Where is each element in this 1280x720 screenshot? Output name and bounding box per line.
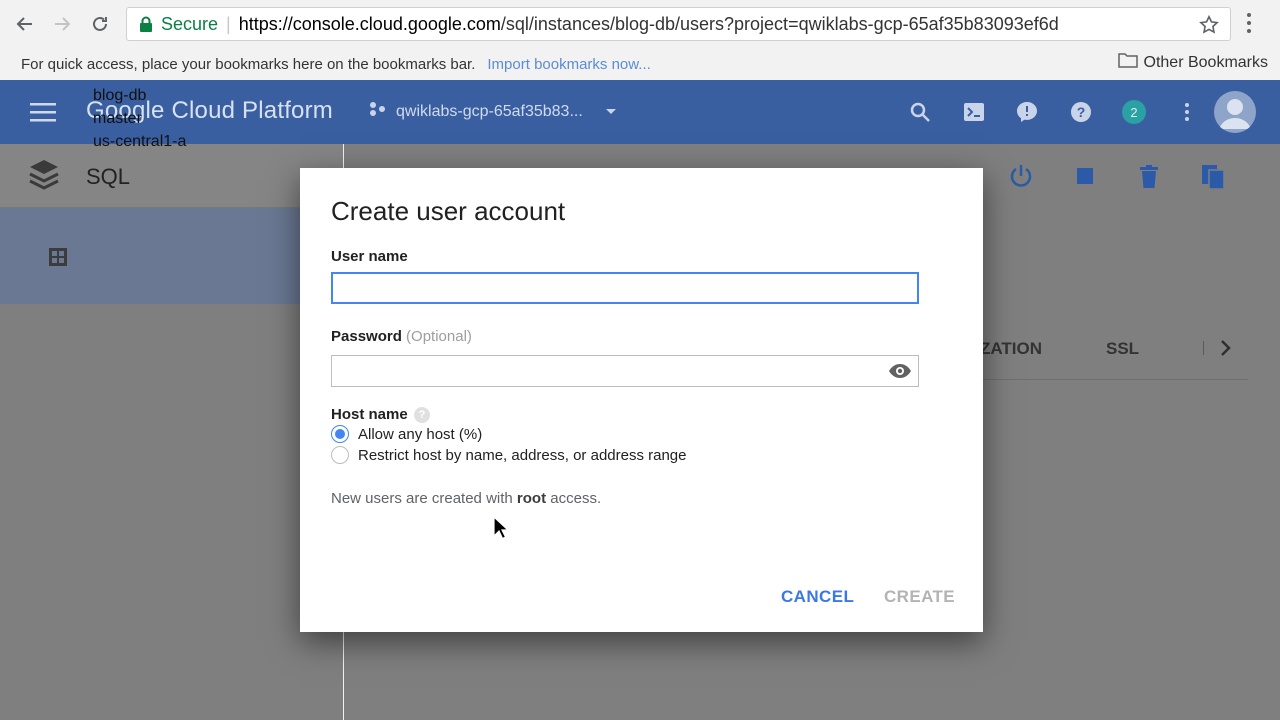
tabs-underline (960, 379, 1248, 380)
create-user-dialog: Create user account User name Password (… (300, 168, 983, 632)
password-label-text: Password (331, 328, 402, 345)
sidebar-header: SQL (0, 144, 343, 208)
bookmarks-hint: For quick access, place your bookmarks h… (21, 55, 476, 73)
secure-label: Secure (161, 13, 219, 34)
help-icon[interactable]: ? (1069, 100, 1093, 124)
create-button[interactable]: CREATE (884, 587, 955, 607)
note-prefix: New users are created with (331, 490, 517, 507)
bookmarks-bar: For quick access, place your bookmarks h… (0, 48, 1280, 80)
chevron-down-icon (605, 103, 617, 121)
tab-authorization[interactable]: ZATION (980, 339, 1042, 359)
clone-icon[interactable] (1199, 162, 1227, 190)
eye-icon[interactable] (888, 363, 912, 384)
root-access-note: New users are created with root access. (331, 490, 601, 507)
tab-divider (1203, 341, 1204, 355)
cancel-button[interactable]: CANCEL (781, 587, 854, 607)
instance-item[interactable] (0, 208, 343, 304)
folder-icon (1117, 52, 1138, 73)
note-suffix: access. (546, 490, 602, 507)
password-optional: (Optional) (406, 328, 472, 345)
other-bookmarks-label: Other Bookmarks (1143, 53, 1268, 71)
sql-stack-icon (28, 158, 60, 201)
other-bookmarks[interactable]: Other Bookmarks (1117, 52, 1268, 73)
password-label: Password (Optional) (331, 328, 472, 345)
product-title: SQL (86, 164, 131, 189)
password-input[interactable] (331, 355, 919, 387)
svg-text:?: ? (1077, 104, 1086, 120)
address-bar[interactable]: Secure | https://console.cloud.google.co… (126, 7, 1231, 41)
browser-menu-icon[interactable] (1246, 12, 1252, 39)
question-mark-icon[interactable]: ? (414, 407, 430, 423)
radio-allow-any-host[interactable]: Allow any host (%) (331, 425, 482, 443)
project-name: qwiklabs-gcp-65af35b83... (396, 102, 583, 120)
radio-button-checked[interactable] (331, 425, 349, 443)
project-selector[interactable]: qwiklabs-gcp-65af35b83... (368, 100, 617, 123)
username-label: User name (331, 248, 408, 265)
forward-arrow-icon[interactable] (48, 10, 76, 38)
url-base: https://console.cloud.google.com (238, 13, 501, 34)
search-icon[interactable] (908, 100, 932, 124)
cloud-shell-icon[interactable] (962, 100, 986, 124)
url-text: https://console.cloud.google.com/sql/ins… (239, 14, 1059, 35)
radio-button-unchecked[interactable] (331, 446, 349, 464)
delete-icon[interactable] (1135, 162, 1163, 190)
import-bookmarks-link[interactable]: Import bookmarks now... (487, 56, 650, 73)
note-bold: root (516, 490, 547, 507)
tab-ssl[interactable]: SSL (1106, 339, 1139, 359)
radio-label: Restrict host by name, address, or addre… (358, 446, 687, 464)
stop-icon[interactable] (1071, 162, 1099, 190)
instance-role: master (93, 110, 142, 127)
mouse-cursor-icon (493, 515, 510, 545)
username-input[interactable] (331, 272, 919, 304)
sidebar: SQL (0, 144, 343, 720)
radio-restrict-host[interactable]: Restrict host by name, address, or addre… (331, 446, 687, 464)
instance-grid-icon (49, 248, 67, 271)
chevron-right-icon[interactable] (1219, 339, 1233, 362)
power-icon[interactable] (1007, 162, 1035, 190)
instance-details: blog-db master us-central1-a (93, 84, 186, 153)
browser-toolbar: Secure | https://console.cloud.google.co… (0, 0, 1280, 48)
address-separator: | (226, 13, 231, 34)
instance-zone: us-central1-a (93, 133, 187, 150)
lock-icon (139, 16, 153, 32)
more-vert-icon[interactable] (1175, 100, 1199, 124)
host-name-label: Host name (331, 406, 408, 423)
project-dots-icon (368, 100, 388, 123)
notification-badge[interactable]: 2 (1122, 100, 1146, 124)
radio-label: Allow any host (%) (358, 425, 483, 443)
star-icon[interactable] (1198, 14, 1220, 40)
menu-icon[interactable] (30, 102, 56, 127)
instance-name: blog-db (93, 87, 147, 104)
back-arrow-icon[interactable] (11, 10, 39, 38)
dialog-title: Create user account (331, 196, 566, 226)
url-path: /sql/instances/blog-db/users?project=qwi… (500, 13, 1059, 34)
console-header: Google Cloud Platform qwiklabs-gcp-65af3… (0, 80, 1280, 144)
alert-icon[interactable] (1015, 100, 1039, 124)
reload-icon[interactable] (86, 10, 114, 38)
avatar[interactable] (1214, 91, 1256, 133)
